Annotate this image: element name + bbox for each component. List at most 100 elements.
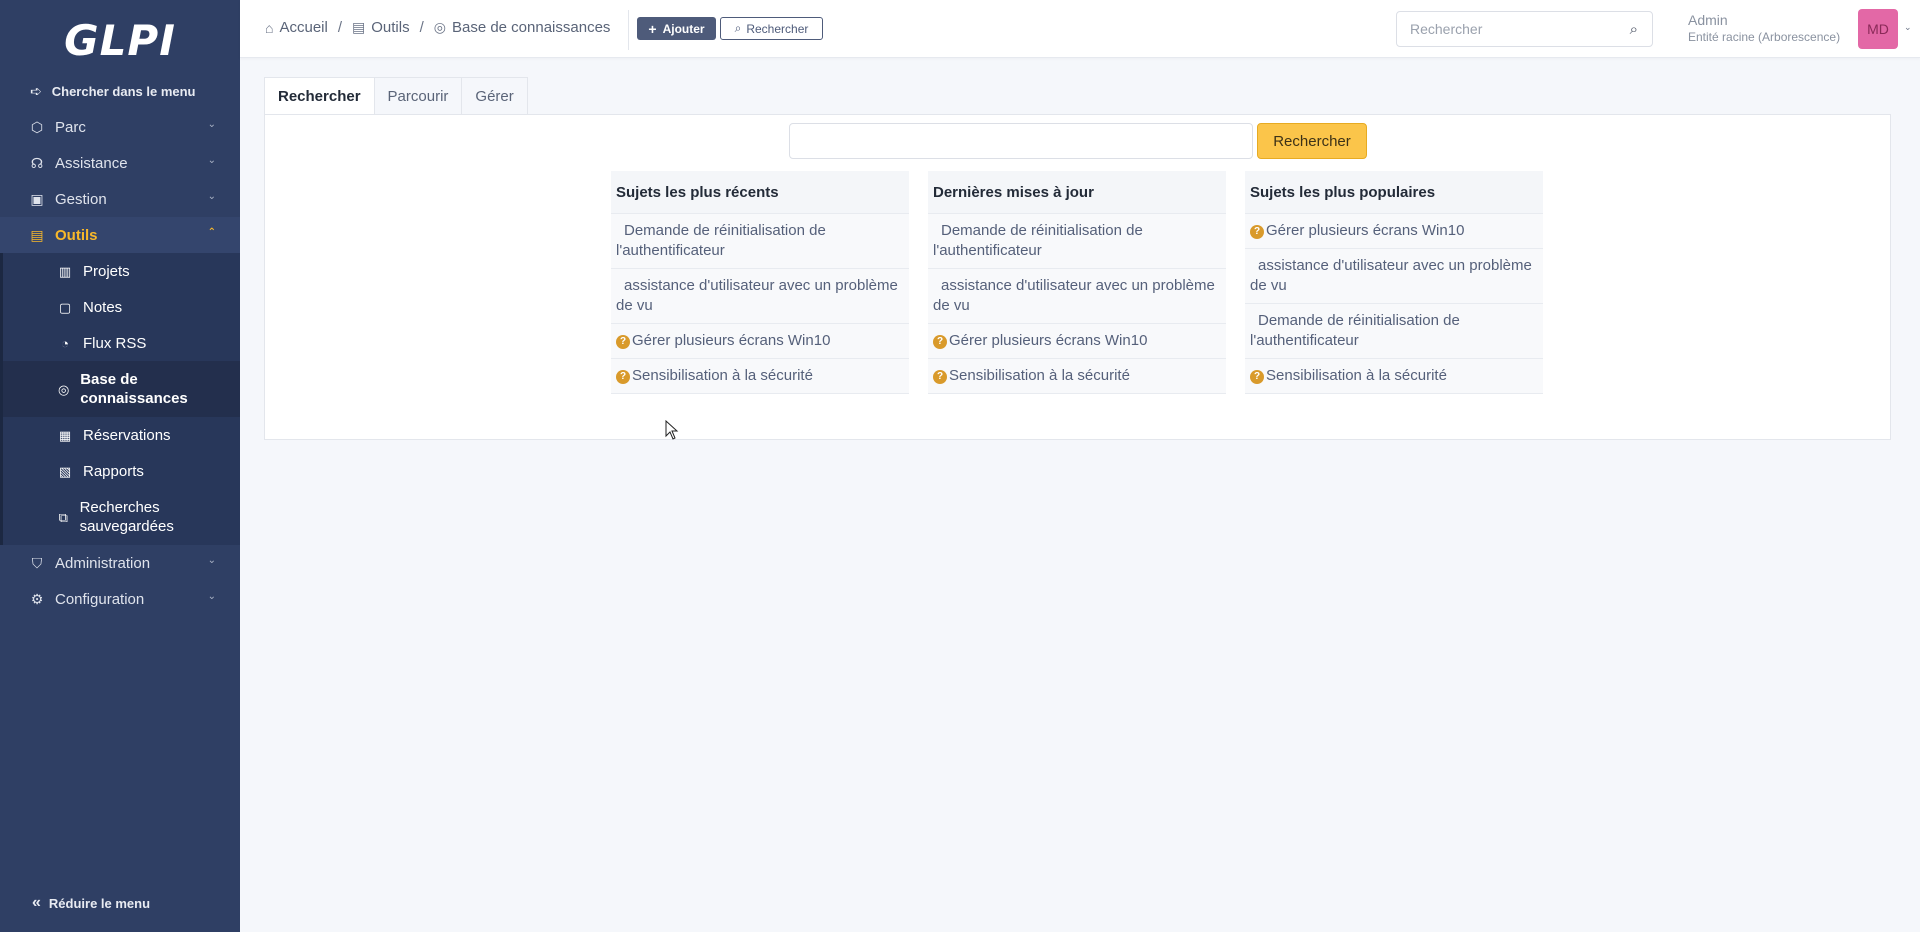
sub-item-notes[interactable]: ▢ Notes bbox=[3, 289, 240, 325]
search-toggle-button[interactable]: ⌕ Rechercher bbox=[720, 17, 823, 40]
main-nav: ⬡ Parc ⌄ ☊ Assistance ⌄ ▣ Gestion ⌄ ▤ Ou… bbox=[0, 109, 240, 617]
column-title: Sujets les plus récents bbox=[611, 171, 909, 214]
sidebar: GLPI ➪ Chercher dans le menu ⬡ Parc ⌄ ☊ … bbox=[0, 0, 240, 932]
user-info[interactable]: Admin Entité racine (Arborescence) bbox=[1688, 12, 1840, 46]
global-search-placeholder: Rechercher bbox=[1410, 21, 1483, 37]
kb-search-input[interactable] bbox=[789, 123, 1253, 159]
faq-icon: ? bbox=[616, 335, 630, 349]
item-link[interactable]: assistance d'utilisateur avec un problèm… bbox=[933, 277, 1215, 314]
bookmarks-icon: ⧉ bbox=[58, 509, 68, 525]
kb-search-button[interactable]: Rechercher bbox=[1257, 123, 1367, 159]
breadcrumb: ⌂ Accueil / ▤ Outils / ◎ Base de connais… bbox=[265, 19, 610, 36]
wallet-icon: ▣ bbox=[30, 190, 44, 207]
lifebuoy-icon: ◎ bbox=[57, 381, 70, 397]
kb-tabs: Rechercher Parcourir Gérer bbox=[264, 77, 528, 115]
item-link[interactable]: Gérer plusieurs écrans Win10 bbox=[1266, 222, 1464, 239]
tab-gerer[interactable]: Gérer bbox=[462, 77, 528, 115]
avatar-initials: MD bbox=[1867, 21, 1889, 37]
item-link[interactable]: Gérer plusieurs écrans Win10 bbox=[632, 332, 830, 349]
list-item[interactable]: Demande de réinitialisation de l'authent… bbox=[1245, 304, 1543, 359]
sub-item-projets[interactable]: ▥ Projets bbox=[3, 253, 240, 289]
breadcrumb-home[interactable]: ⌂ Accueil bbox=[265, 19, 328, 36]
item-link[interactable]: Demande de réinitialisation de l'authent… bbox=[616, 222, 826, 259]
faq-icon: ? bbox=[1250, 370, 1264, 384]
nav-label: Outils bbox=[55, 226, 98, 244]
sub-item-saved-searches[interactable]: ⧉ Recherches sauvegardées bbox=[3, 489, 240, 545]
nav-label: Assistance bbox=[55, 154, 128, 172]
list-item[interactable]: assistance d'utilisateur avec un problèm… bbox=[1245, 249, 1543, 304]
list-item[interactable]: Demande de réinitialisation de l'authent… bbox=[928, 214, 1226, 269]
menu-search-label: Chercher dans le menu bbox=[51, 83, 196, 99]
item-link[interactable]: assistance d'utilisateur avec un problèm… bbox=[1250, 257, 1532, 294]
item-link[interactable]: assistance d'utilisateur avec un problèm… bbox=[616, 277, 898, 314]
nav-item-gestion[interactable]: ▣ Gestion ⌄ bbox=[0, 181, 240, 217]
list-item[interactable]: ? Gérer plusieurs écrans Win10 bbox=[611, 324, 909, 359]
latest-updates-column: Dernières mises à jour Demande de réinit… bbox=[928, 171, 1226, 394]
item-link[interactable]: Demande de réinitialisation de l'authent… bbox=[1250, 312, 1460, 349]
sub-label: Recherches sauvegardées bbox=[79, 499, 174, 535]
glpi-logo[interactable]: GLPI bbox=[0, 0, 240, 80]
item-link[interactable]: Gérer plusieurs écrans Win10 bbox=[949, 332, 1147, 349]
note-icon: ▢ bbox=[58, 299, 72, 315]
nav-label: Gestion bbox=[55, 190, 107, 208]
chevron-down-icon: ⌄ bbox=[207, 191, 216, 202]
briefcase-icon: ▤ bbox=[30, 226, 44, 243]
collapse-menu-button[interactable]: « Réduire le menu bbox=[32, 894, 150, 912]
item-link[interactable]: Sensibilisation à la sécurité bbox=[632, 367, 813, 384]
chevron-down-icon[interactable]: ⌄ bbox=[1904, 22, 1912, 33]
global-search-input[interactable]: Rechercher ⌕ bbox=[1396, 11, 1653, 47]
arrow-right-icon: ➪ bbox=[30, 82, 42, 99]
nav-item-configuration[interactable]: ⚙ Configuration ⌄ bbox=[0, 581, 240, 617]
list-item[interactable]: ? Sensibilisation à la sécurité bbox=[1245, 359, 1543, 394]
sub-item-knowledge-base[interactable]: ◎ Base de connaissances bbox=[3, 361, 240, 417]
avatar[interactable]: MD bbox=[1858, 9, 1898, 49]
list-item[interactable]: ? Sensibilisation à la sécurité bbox=[928, 359, 1226, 394]
breadcrumb-knowledge-base[interactable]: ◎ Base de connaissances bbox=[434, 19, 611, 36]
nav-label: Parc bbox=[55, 118, 86, 136]
tab-parcourir[interactable]: Parcourir bbox=[374, 77, 463, 115]
gear-icon: ⚙ bbox=[30, 590, 44, 607]
breadcrumb-label: Outils bbox=[371, 19, 410, 36]
add-button[interactable]: + Ajouter bbox=[637, 17, 716, 40]
sub-item-flux-rss[interactable]: ◔ Flux RSS bbox=[3, 325, 240, 361]
faq-icon: ? bbox=[933, 335, 947, 349]
recent-topics-column: Sujets les plus récents Demande de réini… bbox=[611, 171, 909, 394]
breadcrumb-label: Accueil bbox=[279, 19, 328, 36]
sub-item-rapports[interactable]: ▧ Rapports bbox=[3, 453, 240, 489]
nav-item-assistance[interactable]: ☊ Assistance ⌄ bbox=[0, 145, 240, 181]
list-item[interactable]: ? Sensibilisation à la sécurité bbox=[611, 359, 909, 394]
list-item[interactable]: assistance d'utilisateur avec un problèm… bbox=[611, 269, 909, 324]
item-link[interactable]: Sensibilisation à la sécurité bbox=[949, 367, 1130, 384]
report-icon: ▧ bbox=[58, 463, 72, 479]
faq-icon: ? bbox=[616, 370, 630, 384]
list-item[interactable]: Demande de réinitialisation de l'authent… bbox=[611, 214, 909, 269]
project-icon: ▥ bbox=[58, 263, 72, 279]
breadcrumb-separator: / bbox=[419, 19, 424, 36]
column-title: Dernières mises à jour bbox=[928, 171, 1226, 214]
breadcrumb-outils[interactable]: ▤ Outils bbox=[352, 19, 410, 36]
nav-item-outils[interactable]: ▤ Outils ⌃ bbox=[0, 217, 240, 253]
sub-item-reservations[interactable]: ▦ Réservations bbox=[3, 417, 240, 453]
nav-item-parc[interactable]: ⬡ Parc ⌄ bbox=[0, 109, 240, 145]
breadcrumb-label: Base de connaissances bbox=[451, 19, 611, 36]
list-item[interactable]: assistance d'utilisateur avec un problèm… bbox=[928, 269, 1226, 324]
breadcrumb-separator: / bbox=[337, 19, 342, 36]
list-item[interactable]: ? Gérer plusieurs écrans Win10 bbox=[928, 324, 1226, 359]
user-entity: Entité racine (Arborescence) bbox=[1688, 30, 1841, 44]
header-divider bbox=[628, 10, 629, 50]
collapse-label: Réduire le menu bbox=[48, 895, 151, 911]
sub-label: Flux RSS bbox=[83, 334, 147, 352]
sub-label: Réservations bbox=[83, 426, 171, 444]
list-item[interactable]: ? Gérer plusieurs écrans Win10 bbox=[1245, 214, 1543, 249]
item-link[interactable]: Demande de réinitialisation de l'authent… bbox=[933, 222, 1143, 259]
nav-item-administration[interactable]: ⛉ Administration ⌄ bbox=[0, 545, 240, 581]
sub-label: Rapports bbox=[83, 462, 144, 480]
plus-icon: + bbox=[648, 20, 657, 37]
item-link[interactable]: Sensibilisation à la sécurité bbox=[1266, 367, 1447, 384]
mouse-cursor-icon bbox=[665, 420, 679, 440]
faq-icon: ? bbox=[1250, 225, 1264, 239]
tab-rechercher[interactable]: Rechercher bbox=[264, 77, 375, 115]
nav-label: Configuration bbox=[55, 590, 145, 608]
menu-search-link[interactable]: ➪ Chercher dans le menu bbox=[0, 80, 240, 102]
tools-submenu: ▥ Projets ▢ Notes ◔ Flux RSS ◎ Base de c… bbox=[0, 253, 240, 545]
